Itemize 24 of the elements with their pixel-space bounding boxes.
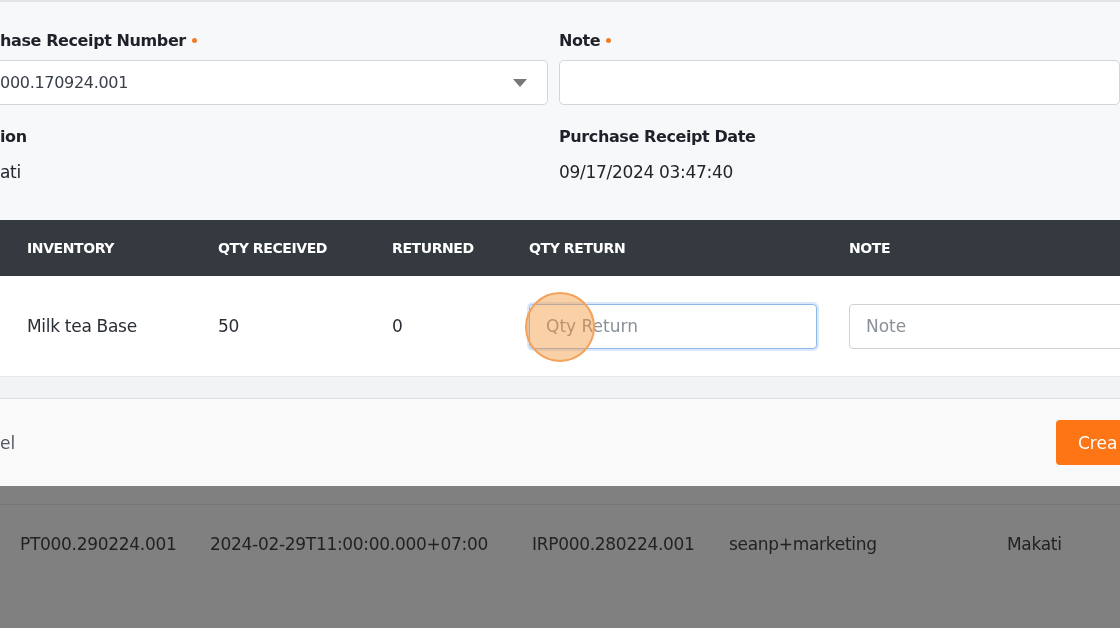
table-cell: 50 (218, 316, 240, 336)
column-header: QTY RETURN (529, 240, 626, 256)
note-field[interactable]: Note (849, 303, 1120, 349)
column-header: INVENTORY (27, 240, 115, 256)
info-value: 09/17/2024 03:47:40 (559, 162, 735, 182)
field-label: Note (559, 30, 601, 50)
table-cell: Milk tea Base (27, 316, 137, 336)
table-cell: seanp+marketing (729, 534, 877, 554)
note-field[interactable] (559, 60, 1120, 105)
cancel-link[interactable]: el (0, 432, 16, 453)
table-cell: IRP000.280224.001 (532, 534, 695, 554)
table-cell: Makati (1007, 534, 1062, 554)
column-header: NOTE (849, 240, 891, 256)
info-value: ati (0, 162, 22, 182)
info-label: ion (0, 127, 28, 146)
table-cell: 0 (392, 316, 403, 336)
column-header: RETURNED (392, 240, 474, 256)
info-label: Purchase Receipt Date (559, 127, 757, 146)
field-label: hase Receipt Number (0, 30, 186, 50)
table-cell: 2024-02-29T11:00:00.000+07:00 (210, 534, 488, 554)
caret-icon (513, 78, 527, 87)
table-cell: PT000.290224.001 (20, 534, 177, 554)
column-header: QTY RECEIVED (218, 240, 328, 256)
receipt-select[interactable]: 000.170924.001 (0, 60, 548, 105)
